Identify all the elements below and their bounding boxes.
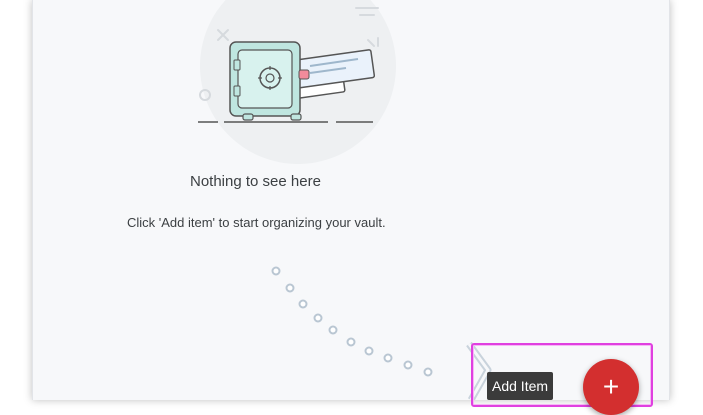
vault-panel: Nothing to see here Click 'Add item' to … bbox=[32, 0, 670, 415]
add-item-tooltip: Add Item bbox=[487, 372, 554, 400]
empty-state-subtitle: Click 'Add item' to start organizing you… bbox=[127, 215, 386, 230]
vault-safe-icon bbox=[198, 0, 396, 164]
add-item-button[interactable]: + bbox=[583, 359, 639, 415]
dotted-arrow-icon bbox=[271, 266, 492, 400]
plus-icon: + bbox=[602, 371, 620, 402]
empty-state-title: Nothing to see here bbox=[33, 173, 669, 195]
empty-state-title-text: Nothing to see here bbox=[190, 173, 321, 190]
